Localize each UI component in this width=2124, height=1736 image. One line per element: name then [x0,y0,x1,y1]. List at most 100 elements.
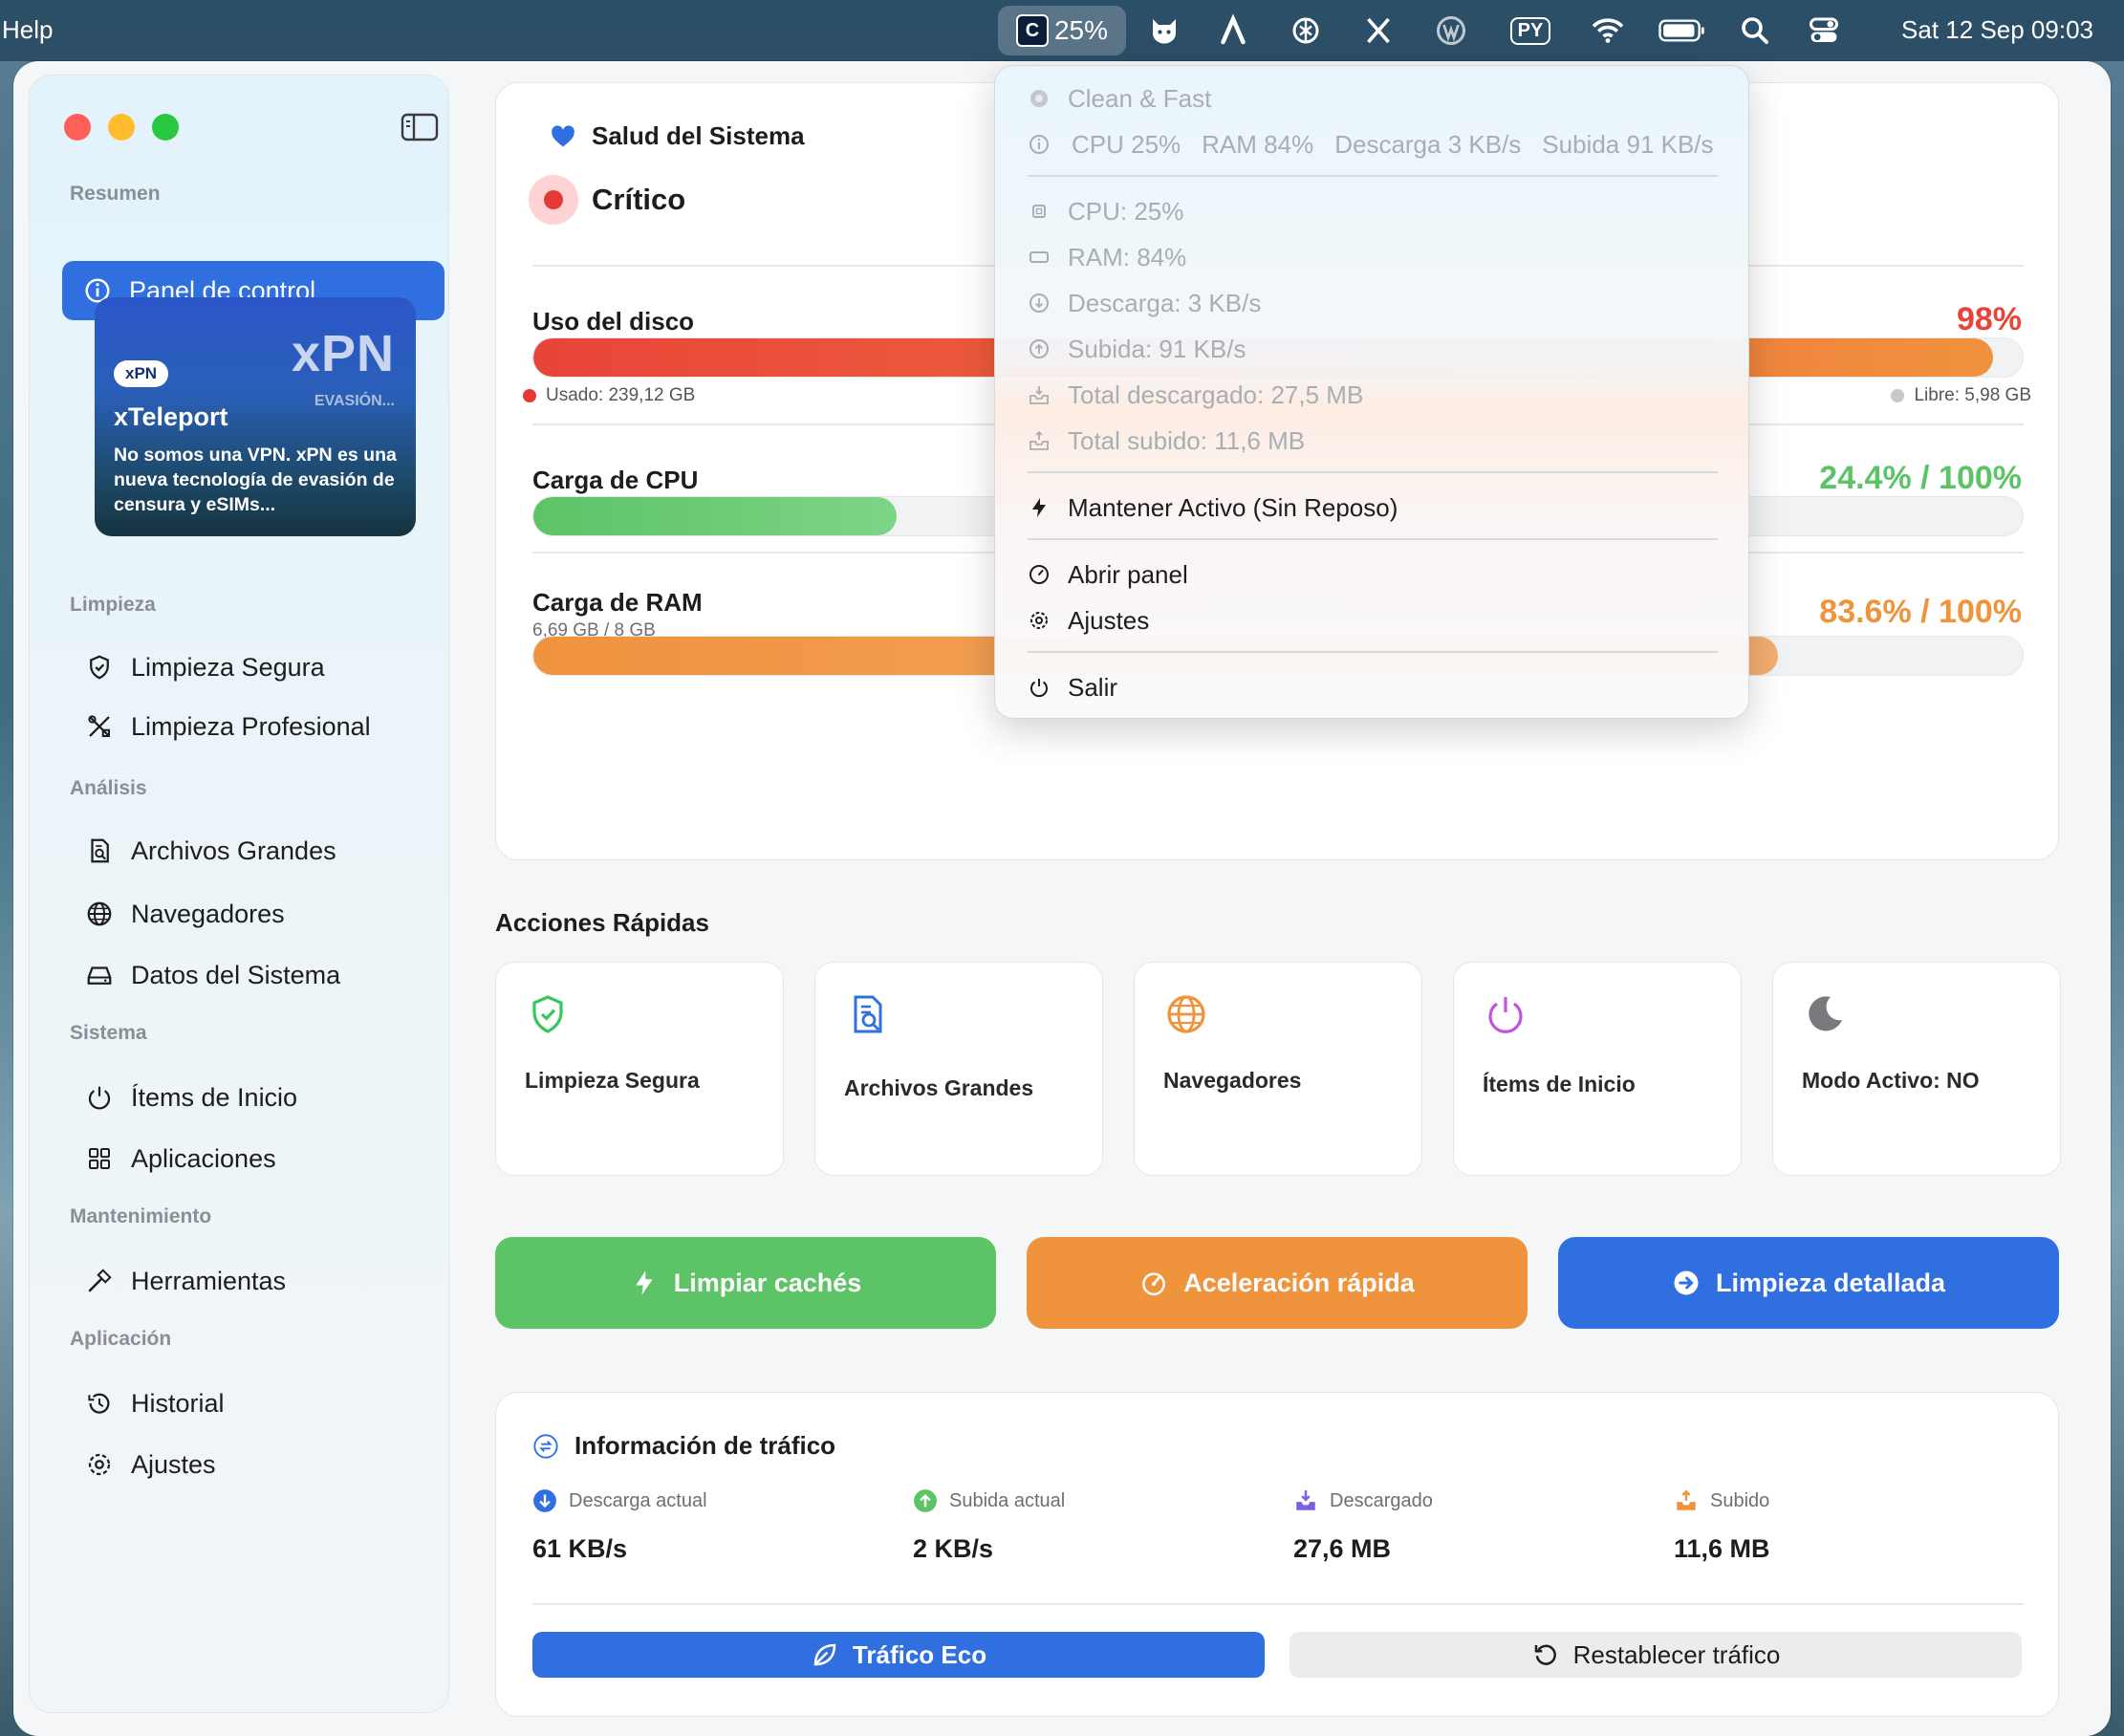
drive-icon [85,961,114,989]
menu-summary-stats: CPU 25% RAM 84% Descarga 3 KB/s Subida 9… [1028,125,1714,163]
menu-upload-text: Subida: 91 KB/s [1068,334,1246,363]
a-app-icon[interactable] [1214,0,1252,61]
minimize-window-button[interactable] [108,114,135,141]
menu-open-panel-text: Abrir panel [1068,559,1188,589]
menu-stat: Subida 91 KB/s [1542,129,1714,159]
reset-traffic-button[interactable]: Restablecer tráfico [1290,1632,2022,1678]
zoom-window-button[interactable] [152,114,179,141]
section-resumen: Resumen [70,183,161,205]
heart-icon [552,124,574,146]
menu-cpu-text: CPU: 25% [1068,196,1184,226]
health-title-text: Salud del Sistema [592,121,805,150]
sidebar-item-label: Datos del Sistema [131,960,341,989]
power-icon [1483,991,1528,1037]
sync-arrows-icon [533,1433,558,1459]
sidebar-item-limpieza-profesional[interactable]: Limpieza Profesional [64,697,446,756]
quick-acceleration-label: Aceleración rápida [1183,1268,1415,1297]
detailed-cleanup-label: Limpieza detallada [1715,1268,1946,1297]
menu-settings[interactable]: Ajustes [1028,601,1149,640]
stat-value: 2 KB/s [913,1534,994,1563]
history-icon [85,1389,114,1418]
app-dot-icon [1028,87,1051,110]
quick-acceleration-button[interactable]: Aceleración rápida [1027,1237,1528,1329]
sidebar-item-datos-sistema[interactable]: Datos del Sistema [64,945,446,1005]
sidebar-item-ajustes[interactable]: Ajustes [64,1435,446,1494]
sidebar-item-limpieza-segura[interactable]: Limpieza Segura [64,638,446,697]
quick-action-label: Limpieza Segura [525,1068,700,1093]
memory-icon [1028,246,1051,269]
menu-cpu: CPU: 25% [1028,192,1183,230]
spotlight-search-icon[interactable] [1736,0,1774,61]
quick-action-label: Ítems de Inicio [1483,1072,1636,1096]
stat-uploaded: Subido 11,6 MB [1674,1488,2037,1564]
sidebar-item-archivos-grandes[interactable]: Archivos Grandes [64,821,446,880]
chatgpt-icon[interactable] [1287,0,1325,61]
cpu-load-label: Carga de CPU [532,466,699,494]
quick-actions-title: Acciones Rápidas [495,908,709,937]
quick-action-archivos-grandes[interactable]: Archivos Grandes [814,962,1103,1176]
cpu-percent-label: 25% [1053,15,1109,45]
promo-brand: xPN [291,325,395,382]
tray-download-icon [1028,383,1051,406]
traffic-info-card: Información de tráfico Descarga actual 6… [495,1392,2059,1717]
quick-action-items-inicio[interactable]: Ítems de Inicio [1453,962,1742,1176]
sidebar-item-label: Navegadores [131,899,285,928]
close-window-button[interactable] [64,114,91,141]
divider [532,1603,2024,1605]
sidebar-item-navegadores[interactable]: Navegadores [64,884,446,944]
detailed-cleanup-button[interactable]: Limpieza detallada [1558,1237,2059,1329]
shield-check-icon [525,991,571,1037]
arrow-down-circle-icon [1028,292,1051,315]
xpn-promo-banner[interactable]: xPN EVASIÓN... xPN xTeleport No somos un… [95,297,416,536]
menu-open-panel[interactable]: Abrir panel [1028,555,1188,594]
cat-icon[interactable] [1145,0,1183,61]
quick-action-modo-activo[interactable]: Modo Activo: NO [1772,962,2061,1176]
globe-icon [85,900,114,928]
menu-keep-active[interactable]: Mantener Activo (Sin Reposo) [1028,488,1398,527]
battery-icon[interactable] [1656,0,1709,61]
stat-downloaded: Descargado 27,6 MB [1293,1488,1657,1564]
sidebar-item-items-inicio[interactable]: Ítems de Inicio [64,1068,446,1127]
menu-separator [1028,471,1718,473]
cpu-load-value: 24.4% / 100% [1819,460,2022,496]
section-limpieza: Limpieza [70,594,156,616]
sidebar-item-aplicaciones[interactable]: Aplicaciones [64,1129,446,1188]
menubar-clock[interactable]: Sat 12 Sep 09:03 [1901,15,2093,45]
eco-traffic-button[interactable]: Tráfico Eco [532,1632,1265,1678]
clear-caches-button[interactable]: Limpiar cachés [495,1237,996,1329]
arrow-circle-right-icon [1674,1270,1699,1295]
wifi-icon[interactable] [1589,0,1627,61]
promo-badge: xPN [114,360,169,387]
disk-usage-value: 98% [1956,301,2022,337]
quick-action-navegadores[interactable]: Navegadores [1134,962,1422,1176]
language-badge-label: PY [1509,16,1551,45]
globe-icon [1163,991,1209,1037]
section-analisis: Análisis [70,777,147,799]
menu-total-upload-text: Total subido: 11,6 MB [1068,425,1306,455]
sidebar-item-historial[interactable]: Historial [64,1374,446,1433]
menu-quit[interactable]: Salir [1028,668,1117,706]
quick-action-limpieza-segura[interactable]: Limpieza Segura [495,962,784,1176]
sidebar-toggle-icon[interactable] [401,112,439,142]
bolt-icon [1028,496,1051,519]
menu-stat: CPU 25% [1072,129,1181,159]
menu-help[interactable]: Help [2,15,53,45]
sidebar-item-label: Aplicaciones [131,1143,276,1173]
menu-app-name: Clean & Fast [1028,79,1211,118]
app-logo-icon: C [1015,14,1049,47]
menu-upload: Subida: 91 KB/s [1028,330,1246,368]
sidebar-item-herramientas[interactable]: Herramientas [64,1251,446,1311]
language-badge[interactable]: PY [1506,0,1554,61]
x-tool-icon[interactable] [1359,0,1398,61]
sidebar-item-label: Limpieza Profesional [131,711,371,741]
menu-total-download: Total descargado: 27,5 MB [1028,376,1363,414]
menu-app-name-text: Clean & Fast [1068,83,1212,113]
cpu-status-menu[interactable]: C 25% [998,6,1126,55]
chip-icon [1028,200,1051,223]
control-center-icon[interactable] [1805,0,1843,61]
wordpress-icon[interactable] [1432,0,1470,61]
stat-value: 11,6 MB [1674,1534,1770,1563]
arrow-down-circle-icon [533,1489,556,1512]
status-menu-dropdown: Clean & Fast CPU 25% RAM 84% Descarga 3 … [994,65,1749,719]
ram-load-label: Carga de RAM [532,588,703,617]
